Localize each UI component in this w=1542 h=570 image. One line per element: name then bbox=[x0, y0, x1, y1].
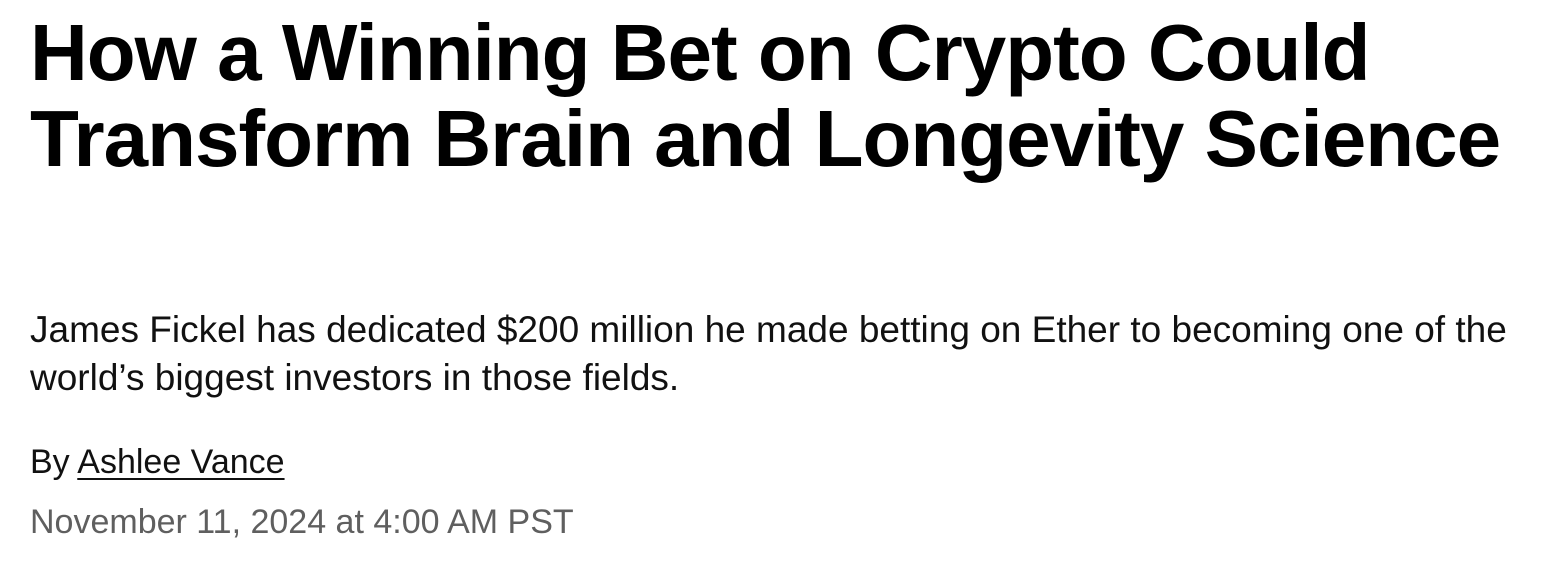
author-link[interactable]: Ashlee Vance bbox=[77, 443, 284, 481]
byline: By Ashlee Vance bbox=[30, 440, 285, 484]
byline-prefix: By bbox=[30, 443, 70, 481]
publish-timestamp: November 11, 2024 at 4:00 AM PST bbox=[30, 503, 574, 541]
article-dek: James Fickel has dedicated $200 million … bbox=[30, 309, 1507, 398]
article-headline: How a Winning Bet on Crypto Could Transf… bbox=[30, 8, 1501, 183]
